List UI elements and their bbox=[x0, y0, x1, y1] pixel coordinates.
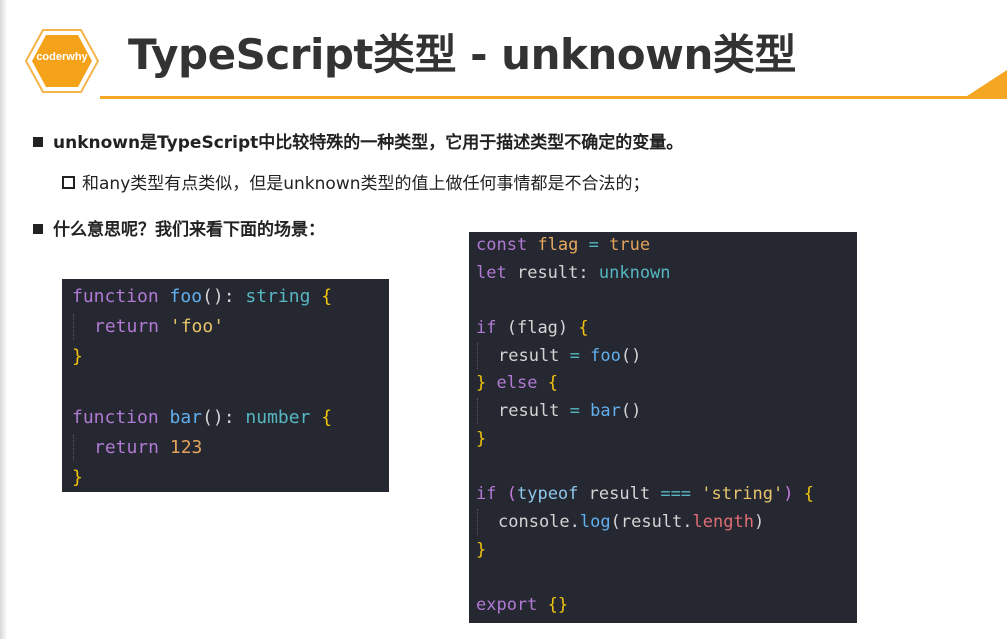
bullet-text: 什么意思呢？我们来看下面的场景： bbox=[53, 220, 325, 240]
code-operator: = bbox=[588, 235, 599, 255]
code-line: function foo(): string { bbox=[72, 282, 389, 312]
code-punct: (): bbox=[202, 286, 235, 307]
bullet-text: unknown是TypeScript中比较特殊的一种类型，它用于描述类型不确定的… bbox=[53, 133, 684, 153]
code-line: result = bar() bbox=[476, 398, 857, 426]
code-brace: { bbox=[321, 406, 333, 428]
code-variable: (result. bbox=[610, 511, 693, 532]
code-brace: } bbox=[72, 467, 83, 489]
code-function-name: foo bbox=[590, 345, 621, 366]
code-keyword: let bbox=[476, 262, 507, 283]
code-keyword: if bbox=[476, 484, 497, 505]
code-variable: result bbox=[498, 401, 560, 422]
code-keyword: export bbox=[476, 594, 538, 615]
bullet-unknown-definition: unknown是TypeScript中比较特殊的一种类型，它用于描述类型不确定的… bbox=[33, 132, 683, 154]
code-condition: (flag) bbox=[506, 318, 569, 339]
code-keyword: function bbox=[72, 286, 159, 307]
code-punct: (): bbox=[202, 406, 235, 428]
code-punct: () bbox=[620, 401, 642, 422]
code-string: 'string' bbox=[701, 484, 784, 505]
code-line: console.log(result.length) bbox=[476, 508, 857, 537]
code-punct: () bbox=[620, 345, 642, 366]
code-line: export {} bbox=[476, 592, 857, 620]
code-keyword: else bbox=[496, 373, 538, 394]
code-line: } bbox=[72, 342, 389, 372]
sub-bullet-any-comparison: 和any类型有点类似，但是unknown类型的值上做任何事情都是不合法的； bbox=[62, 173, 650, 195]
coderwhy-logo: coderwhy bbox=[25, 28, 99, 94]
bullet-scenario: 什么意思呢？我们来看下面的场景： bbox=[33, 219, 325, 241]
code-punct: . bbox=[569, 511, 580, 532]
left-edge-shadow bbox=[0, 0, 7, 639]
square-bullet-icon bbox=[33, 137, 43, 147]
code-brace: { bbox=[578, 318, 589, 339]
square-bullet-icon bbox=[33, 224, 43, 234]
title-underline bbox=[100, 96, 1007, 99]
code-keyword: function bbox=[72, 406, 159, 428]
code-line: if (typeof result === 'string') { bbox=[476, 481, 857, 509]
code-string: 'foo' bbox=[169, 316, 225, 338]
code-brace: {} bbox=[547, 594, 569, 615]
code-line: } bbox=[476, 537, 857, 565]
code-keyword: return bbox=[94, 436, 160, 458]
logo-text: coderwhy bbox=[36, 51, 88, 63]
code-variable: result: bbox=[516, 262, 589, 283]
code-function-name: bar bbox=[590, 401, 621, 422]
code-brace: } bbox=[476, 539, 487, 560]
code-line: } bbox=[72, 463, 389, 493]
code-type: unknown bbox=[598, 262, 671, 283]
code-keyword: typeof bbox=[516, 484, 579, 505]
code-line: if (flag) { bbox=[476, 315, 857, 343]
code-function-name: foo bbox=[169, 286, 203, 307]
code-brace: { bbox=[321, 286, 333, 307]
code-boolean: true bbox=[609, 235, 651, 255]
page-title: TypeScript类型 - unknown类型 bbox=[128, 30, 796, 79]
code-variable: result bbox=[498, 345, 560, 366]
code-line: } else { bbox=[476, 370, 857, 398]
code-brace: { bbox=[803, 484, 814, 505]
code-line: } bbox=[476, 426, 857, 454]
hollow-square-bullet-icon bbox=[62, 176, 75, 189]
code-paren: ( bbox=[506, 484, 517, 505]
code-function-name: log bbox=[579, 511, 611, 532]
code-property: length bbox=[692, 511, 754, 532]
code-brace: } bbox=[476, 428, 487, 449]
code-block-functions: function foo(): string { return 'foo' } … bbox=[62, 279, 389, 492]
code-operator: = bbox=[569, 401, 580, 422]
code-punct: ) bbox=[753, 511, 765, 532]
code-paren: ) bbox=[783, 484, 794, 505]
code-line: const flag = true bbox=[476, 232, 857, 260]
code-keyword: if bbox=[476, 318, 497, 339]
code-block-unknown-usage: const flag = true let result: unknown if… bbox=[469, 232, 857, 623]
code-number: 123 bbox=[169, 436, 203, 458]
code-line: let result: unknown bbox=[476, 260, 857, 288]
code-object: console bbox=[498, 511, 570, 532]
code-line: function bar(): number { bbox=[72, 403, 389, 433]
code-line: return 123 bbox=[72, 433, 389, 463]
code-brace: } bbox=[72, 346, 83, 368]
code-brace: } bbox=[476, 373, 487, 394]
code-variable: flag bbox=[537, 235, 579, 255]
title-corner-accent bbox=[964, 70, 1007, 98]
code-keyword: const bbox=[476, 235, 528, 255]
code-brace: { bbox=[547, 373, 558, 394]
code-variable: result bbox=[588, 484, 651, 505]
code-line: result = foo() bbox=[476, 342, 857, 371]
code-line: return 'foo' bbox=[72, 312, 389, 342]
code-type: string bbox=[245, 286, 311, 307]
code-keyword: return bbox=[94, 316, 160, 338]
code-type: number bbox=[245, 406, 311, 428]
code-function-name: bar bbox=[169, 406, 203, 428]
code-operator: = bbox=[569, 345, 580, 366]
bullet-text: 和any类型有点类似，但是unknown类型的值上做任何事情都是不合法的； bbox=[82, 174, 650, 194]
code-operator: === bbox=[660, 484, 692, 505]
